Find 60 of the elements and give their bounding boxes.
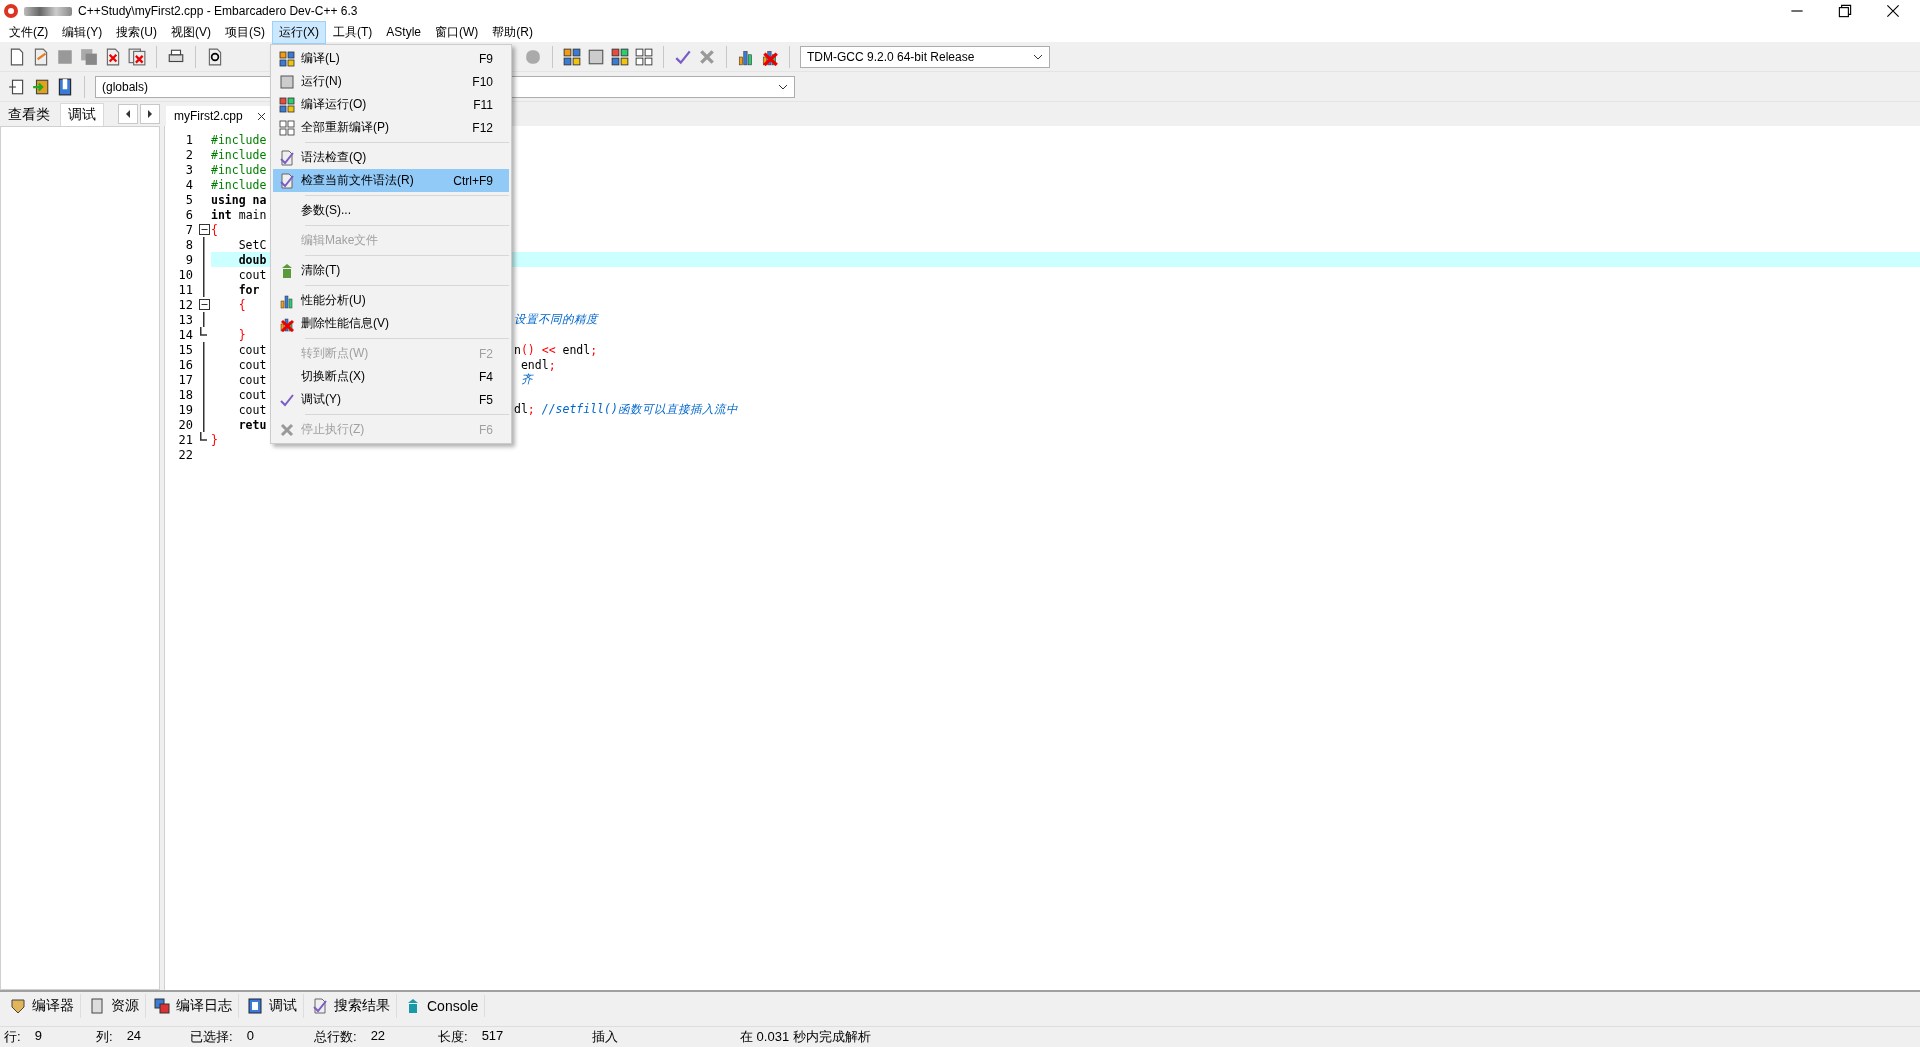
code-text: #include <box>211 177 267 192</box>
code-text: int main <box>211 207 267 222</box>
line-number: 10 <box>177 267 194 282</box>
line-number: 19 <box>177 402 194 417</box>
code-text: doub <box>237 252 267 267</box>
line-number: 7 <box>184 222 194 237</box>
line-number: 17 <box>177 372 194 387</box>
code-text: dl; //setfill()函数可以直接插入流中 <box>514 402 738 417</box>
code-text: cout <box>237 387 267 402</box>
code-text: cout <box>237 267 267 282</box>
line-number: 1 <box>184 132 194 147</box>
line-number: 20 <box>177 417 194 432</box>
code-text: cout <box>237 342 267 357</box>
line-number: 8 <box>184 237 194 252</box>
edit-mode: 插入 <box>591 1028 619 1046</box>
line-number: 21 <box>177 432 194 447</box>
code-text: cout <box>237 357 267 372</box>
code-text: using na <box>211 192 267 207</box>
status-message: 在 0.031 秒内完成解析 <box>739 1028 872 1046</box>
code-text: #include <box>211 147 267 162</box>
status-value: 24 <box>126 1028 142 1045</box>
line-number: 14 <box>177 327 194 342</box>
line-number: 9 <box>184 252 194 267</box>
line-number: 15 <box>177 342 194 357</box>
status-value: 22 <box>370 1028 386 1045</box>
status-label: 总行数: <box>314 1028 357 1046</box>
status-label: 行: <box>4 1028 21 1046</box>
line-number: 5 <box>184 192 194 207</box>
line-number: 13 <box>177 312 194 327</box>
status-value: 517 <box>481 1028 504 1045</box>
status-label: 长度: <box>438 1028 468 1046</box>
code-text: 设置不同的精度 <box>514 312 598 327</box>
code-text: { <box>211 222 218 237</box>
code-text: for <box>237 282 260 297</box>
code-text: 齐 <box>519 372 533 387</box>
code-text: } <box>237 327 246 342</box>
status-label: 已选择: <box>190 1028 233 1046</box>
line-number: 4 <box>184 177 194 192</box>
window-title: C++Study\myFirst2.cpp - Embarcadero Dev-C++ 6.3 <box>78 4 358 18</box>
line-number: 22 <box>177 447 194 462</box>
code-text: retu <box>237 417 267 432</box>
line-number: 6 <box>184 207 194 222</box>
line-number: 12 <box>177 297 194 312</box>
code-text: cout <box>237 372 267 387</box>
code-text: #include <box>211 132 267 147</box>
code-text: SetC <box>237 237 267 252</box>
code-text: cout <box>237 402 267 417</box>
code-text: #include <box>211 162 267 177</box>
line-number: 16 <box>177 357 194 372</box>
code-text: endl; <box>519 357 556 372</box>
status-value: 9 <box>34 1028 42 1045</box>
line-number: 2 <box>184 147 194 162</box>
code-text: n() << endl; <box>514 342 598 357</box>
status-label: 列: <box>96 1028 113 1046</box>
status-value: 0 <box>246 1028 254 1045</box>
line-number: 3 <box>184 162 194 177</box>
code-text: { <box>237 297 246 312</box>
line-number: 18 <box>177 387 194 402</box>
code-text: } <box>211 432 218 447</box>
line-number: 11 <box>177 282 194 297</box>
